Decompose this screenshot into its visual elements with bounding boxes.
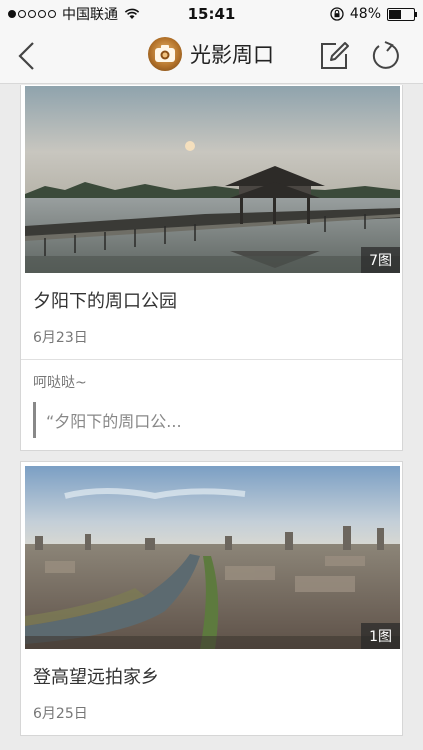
comment-block[interactable]: 呵哒哒~ “夕阳下的周口公... — [21, 359, 402, 450]
photo-count-badge: 1图 — [361, 623, 400, 649]
comment-author: 呵哒哒~ — [33, 375, 87, 391]
article-date: 6月23日 — [33, 330, 88, 346]
edit-icon — [321, 42, 349, 69]
article-title[interactable]: 夕阳下的周口公园 — [21, 277, 402, 313]
article-cover-photo[interactable]: 1图 — [25, 466, 400, 649]
nav-title-group: 光影周口 — [148, 37, 274, 71]
wifi-icon — [124, 8, 140, 19]
article-card[interactable]: 1图 登高望远拍家乡 6月25日 — [20, 461, 403, 736]
comment-quote: “夕阳下的周口公... — [33, 402, 390, 438]
signal-strength-icon — [8, 10, 56, 18]
status-bar: 中国联通 15:41 48% — [0, 0, 423, 28]
city-panorama-photo — [25, 466, 400, 649]
chevron-left-icon — [18, 42, 34, 70]
article-feed[interactable]: 7图 夕阳下的周口公园 6月23日 呵哒哒~ “夕阳下的周口公... 1图 登高… — [0, 85, 423, 750]
app-logo — [148, 37, 182, 71]
park-sunset-photo — [25, 86, 400, 273]
article-date: 6月25日 — [33, 706, 88, 722]
article-cover-photo[interactable]: 7图 — [25, 86, 400, 273]
refresh-icon — [372, 41, 399, 69]
battery-level — [389, 9, 401, 19]
battery-percent: 48% — [349, 6, 381, 22]
page-title: 光影周口 — [190, 43, 274, 67]
nav-bar: 光影周口 — [0, 28, 423, 84]
camera-icon — [155, 45, 175, 62]
rotation-lock-icon — [330, 7, 344, 21]
battery-icon — [387, 7, 417, 21]
article-card[interactable]: 7图 夕阳下的周口公园 6月23日 呵哒哒~ “夕阳下的周口公... — [20, 85, 403, 451]
edit-button[interactable] — [318, 40, 350, 72]
back-button[interactable] — [12, 40, 40, 72]
refresh-button[interactable] — [370, 40, 402, 72]
article-title[interactable]: 登高望远拍家乡 — [21, 653, 402, 689]
carrier-name: 中国联通 — [62, 7, 118, 23]
photo-count-badge: 7图 — [361, 247, 400, 273]
